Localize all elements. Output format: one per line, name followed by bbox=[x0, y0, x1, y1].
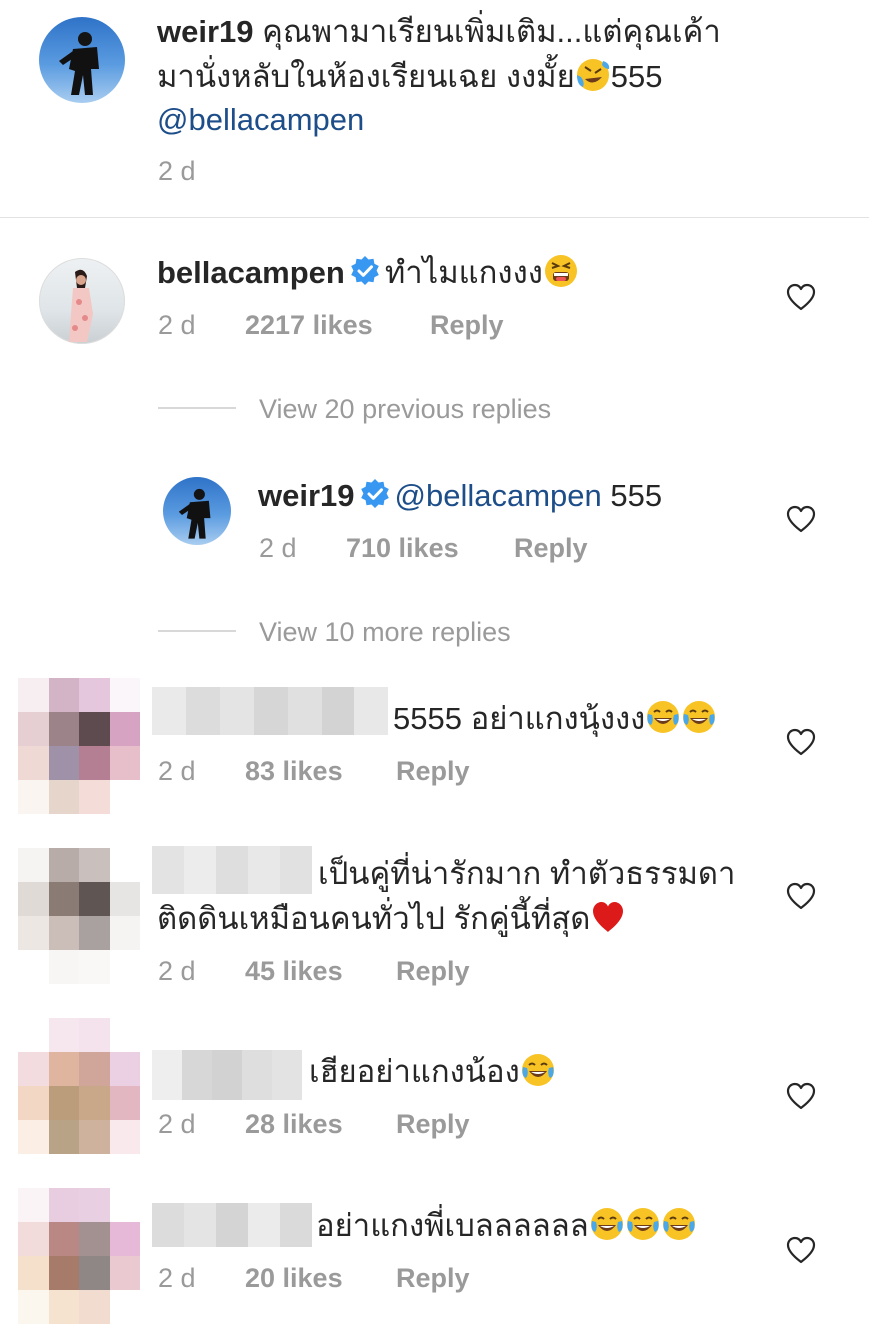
reply-button[interactable]: Reply bbox=[430, 310, 504, 341]
comment-text: 555 bbox=[610, 478, 663, 513]
avatar-pixelated[interactable] bbox=[18, 1018, 140, 1154]
comment-time: 2 d bbox=[158, 156, 196, 186]
joy-emoji-icon bbox=[645, 699, 681, 735]
avatar-weir19[interactable] bbox=[39, 17, 125, 103]
comment-text-row: อย่าแกงพี่เบลลลลลล bbox=[316, 1204, 697, 1248]
joy-emoji-icon bbox=[661, 1206, 697, 1242]
rofl-emoji-icon bbox=[575, 57, 611, 93]
view-previous-replies-button[interactable]: View 20 previous replies bbox=[259, 394, 551, 425]
comment-time: 2 d bbox=[158, 1109, 196, 1139]
person-silhouette-icon bbox=[59, 32, 99, 95]
view-more-replies-button[interactable]: View 10 more replies bbox=[259, 617, 511, 648]
mention-link[interactable]: @bellacampen bbox=[157, 98, 364, 142]
joy-emoji-icon bbox=[681, 699, 717, 735]
username-weir19[interactable]: weir19 bbox=[157, 14, 254, 49]
avatar-bellacampen[interactable] bbox=[39, 258, 125, 344]
comment-text: เป็นคู่ที่น่ารักมาก ทำตัวธรรมดา bbox=[318, 856, 736, 891]
likes-count[interactable]: 2217 likes bbox=[245, 310, 373, 341]
reply-weir19: weir19 @bellacampen 555 bbox=[258, 474, 662, 518]
heart-icon[interactable] bbox=[786, 1236, 816, 1264]
likes-count[interactable]: 45 likes bbox=[245, 956, 343, 987]
username-redacted bbox=[152, 687, 388, 735]
verified-badge-icon bbox=[349, 255, 381, 287]
likes-count[interactable]: 83 likes bbox=[245, 756, 343, 787]
comment-weir19-line2: มานั่งหลับในห้องเรียนเฉย งงมั้ย 555 bbox=[157, 55, 663, 99]
view-replies-line bbox=[158, 407, 236, 409]
avatar-weir19[interactable] bbox=[163, 477, 231, 545]
heart-icon[interactable] bbox=[786, 505, 816, 533]
heart-icon[interactable] bbox=[786, 882, 816, 910]
username-weir19[interactable]: weir19 bbox=[258, 478, 355, 513]
comment-text: อย่าแกงพี่เบลลลลลล bbox=[316, 1208, 589, 1243]
divider bbox=[0, 217, 869, 218]
tired-face-emoji-icon bbox=[543, 253, 579, 289]
joy-emoji-icon bbox=[520, 1052, 556, 1088]
comment-text: เฮียอย่าแกงน้อง bbox=[309, 1054, 520, 1089]
comment-text: 5555 อย่าแกงนุ้งงง bbox=[393, 701, 646, 736]
joy-emoji-icon bbox=[589, 1206, 625, 1242]
likes-count[interactable]: 20 likes bbox=[245, 1263, 343, 1294]
likes-count[interactable]: 710 likes bbox=[346, 533, 459, 564]
reply-button[interactable]: Reply bbox=[396, 956, 470, 987]
comment-bellacampen: bellacampen ทำไมแกงงง bbox=[157, 251, 579, 295]
heart-icon[interactable] bbox=[786, 1082, 816, 1110]
comment-text: ติดดินเหมือนคนทั่วไป รักคู่นี้ที่สุด bbox=[157, 901, 591, 936]
heart-icon[interactable] bbox=[786, 283, 816, 311]
reply-button[interactable]: Reply bbox=[396, 756, 470, 787]
verified-badge-icon bbox=[359, 478, 391, 510]
comment-text-row: เฮียอย่าแกงน้อง bbox=[309, 1050, 556, 1094]
comment-text: มานั่งหลับในห้องเรียนเฉย งงมั้ย bbox=[157, 59, 575, 94]
comment-text: 555 bbox=[610, 59, 663, 94]
comment-text: คุณพามาเรียนเพิ่มเติม...แต่คุณเค้า bbox=[262, 14, 721, 49]
likes-count[interactable]: 28 likes bbox=[245, 1109, 343, 1140]
username-bellacampen[interactable]: bellacampen bbox=[157, 255, 345, 290]
reply-button[interactable]: Reply bbox=[396, 1263, 470, 1294]
comment-time: 2 d bbox=[259, 533, 297, 563]
person-photo-icon bbox=[69, 269, 93, 342]
view-replies-line bbox=[158, 630, 236, 632]
reply-button[interactable]: Reply bbox=[396, 1109, 470, 1140]
person-silhouette-icon bbox=[178, 488, 211, 539]
red-heart-emoji-icon bbox=[590, 899, 626, 935]
joy-emoji-icon bbox=[625, 1206, 661, 1242]
username-redacted bbox=[152, 1050, 302, 1100]
reply-button[interactable]: Reply bbox=[514, 533, 588, 564]
comment-text-row: เป็นคู่ที่น่ารักมาก ทำตัวธรรมดา bbox=[318, 852, 735, 896]
heart-icon[interactable] bbox=[786, 728, 816, 756]
avatar-pixelated[interactable] bbox=[18, 848, 140, 984]
avatar-pixelated[interactable] bbox=[18, 678, 140, 814]
username-redacted bbox=[152, 1203, 312, 1247]
comment-time: 2 d bbox=[158, 956, 196, 986]
comment-time: 2 d bbox=[158, 1263, 196, 1293]
avatar-pixelated[interactable] bbox=[18, 1188, 140, 1324]
comment-text-row: ติดดินเหมือนคนทั่วไป รักคู่นี้ที่สุด bbox=[157, 897, 626, 941]
comment-time: 2 d bbox=[158, 756, 196, 786]
username-redacted bbox=[152, 846, 312, 894]
comment-weir19-line1: weir19 คุณพามาเรียนเพิ่มเติม...แต่คุณเค้… bbox=[157, 10, 721, 54]
comment-text: ทำไมแกงงง bbox=[384, 255, 543, 290]
comment-time: 2 d bbox=[158, 310, 196, 340]
comment-text-row: 5555 อย่าแกงนุ้งงง bbox=[393, 697, 717, 741]
mention-link[interactable]: @bellacampen bbox=[395, 478, 602, 513]
